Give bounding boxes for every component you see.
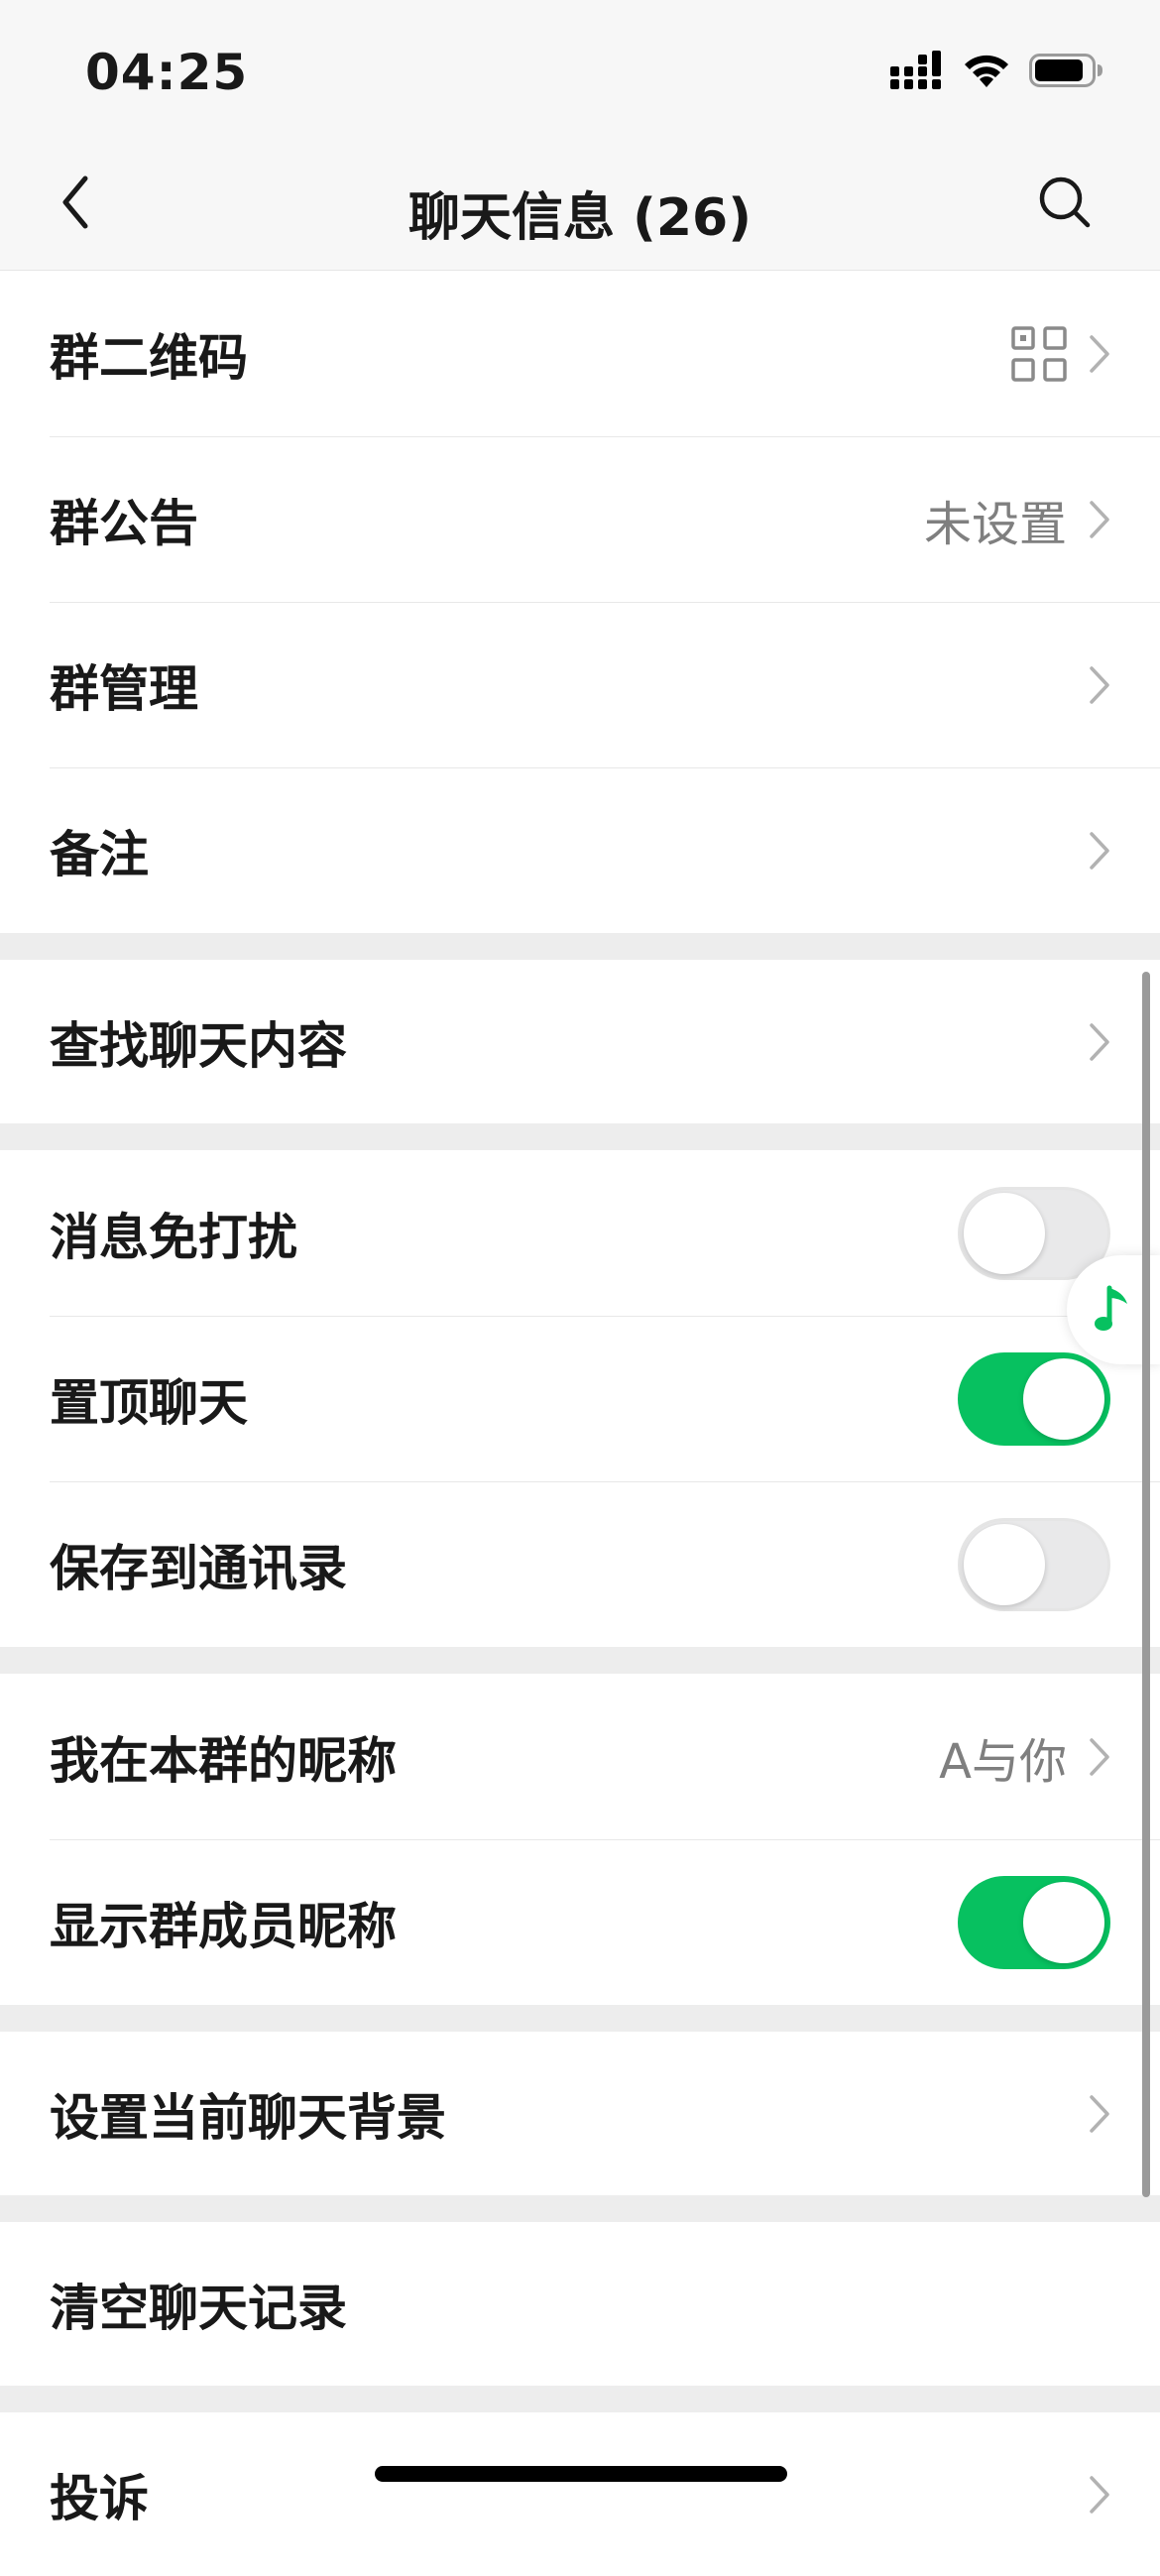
remark-label: 备注	[50, 825, 149, 883]
background-label: 设置当前聊天背景	[50, 2088, 446, 2147]
search-content-row[interactable]: 查找聊天内容	[0, 960, 1160, 1123]
page-title: 聊天信息 (26)	[408, 188, 752, 248]
home-indicator	[375, 2466, 787, 2482]
chevron-right-icon	[1090, 2475, 1109, 2514]
music-note-icon	[1095, 1285, 1127, 1331]
qr-code-label: 群二维码	[50, 328, 248, 387]
settings-group-search: 查找聊天内容	[0, 960, 1160, 1123]
battery-icon	[1029, 52, 1104, 93]
section-divider	[0, 933, 1160, 960]
wifi-icon	[962, 52, 1011, 93]
chevron-right-icon	[1090, 1022, 1109, 1061]
pin-toggle[interactable]	[958, 1351, 1110, 1446]
show-nicknames-row: 显示群成员昵称	[0, 1839, 1160, 2005]
search-icon	[1039, 176, 1091, 228]
section-divider	[0, 2195, 1160, 2222]
mute-label: 消息免打扰	[50, 1208, 297, 1266]
pin-label: 置顶聊天	[50, 1373, 248, 1432]
management-row[interactable]: 群管理	[0, 602, 1160, 767]
section-divider	[0, 1123, 1160, 1150]
report-row[interactable]: 投诉	[0, 2412, 1160, 2576]
toggle-knob	[964, 1192, 1045, 1274]
settings-group-background: 设置当前聊天背景	[0, 2032, 1160, 2195]
show-nicknames-label: 显示群成员昵称	[50, 1897, 397, 1955]
my-nickname-value: A与你	[939, 1733, 1067, 1790]
announcement-value: 未设置	[923, 496, 1067, 552]
report-label: 投诉	[50, 2469, 149, 2527]
show-nicknames-toggle[interactable]	[958, 1875, 1110, 1969]
status-time: 04:25	[85, 44, 249, 101]
announcement-label: 群公告	[50, 494, 198, 552]
qr-code-row[interactable]: 群二维码	[0, 271, 1160, 436]
settings-group-toggles: 消息免打扰 置顶聊天 保存到通讯录	[0, 1150, 1160, 1647]
chevron-right-icon	[1090, 1737, 1109, 1776]
announcement-row[interactable]: 群公告 未设置	[0, 436, 1160, 602]
section-divider	[0, 1647, 1160, 1674]
my-nickname-row[interactable]: 我在本群的昵称 A与你	[0, 1674, 1160, 1839]
settings-group-clear: 清空聊天记录	[0, 2222, 1160, 2386]
search-content-label: 查找聊天内容	[50, 1016, 347, 1075]
settings-group-nickname: 我在本群的昵称 A与你 显示群成员昵称	[0, 1674, 1160, 2005]
chevron-right-icon	[1090, 334, 1109, 373]
chevron-right-icon	[1090, 831, 1109, 870]
section-divider	[0, 2005, 1160, 2032]
status-bar: 04:25	[0, 0, 1160, 139]
chevron-right-icon	[1090, 665, 1109, 704]
section-divider	[0, 2386, 1160, 2412]
pin-row: 置顶聊天	[0, 1316, 1160, 1481]
my-nickname-label: 我在本群的昵称	[50, 1731, 397, 1790]
chevron-right-icon	[1090, 500, 1109, 538]
settings-group-info: 群二维码 群公告 未设置 群管理 备注	[0, 271, 1160, 933]
qr-code-icon	[1011, 325, 1067, 382]
status-icons	[890, 51, 1104, 94]
nav-bar: 聊天信息 (26)	[0, 139, 1160, 271]
settings-list: 群二维码 群公告 未设置 群管理 备注 查找聊天内容 消息免打扰 置顶聊天 保存…	[0, 271, 1160, 2576]
toggle-knob	[964, 1523, 1045, 1605]
remark-row[interactable]: 备注	[0, 767, 1160, 933]
save-contacts-row: 保存到通讯录	[0, 1481, 1160, 1647]
chevron-right-icon	[1090, 2094, 1109, 2133]
settings-group-report: 投诉	[0, 2412, 1160, 2576]
clear-history-row[interactable]: 清空聊天记录	[0, 2222, 1160, 2386]
mute-row: 消息免打扰	[0, 1150, 1160, 1316]
save-contacts-toggle[interactable]	[958, 1517, 1110, 1611]
scrollbar[interactable]	[1142, 972, 1150, 2197]
search-button[interactable]	[1029, 167, 1101, 238]
save-contacts-label: 保存到通讯录	[50, 1539, 347, 1597]
management-label: 群管理	[50, 659, 198, 718]
toggle-knob	[1023, 1881, 1104, 1963]
signal-icon	[890, 51, 944, 94]
clear-history-label: 清空聊天记录	[50, 2279, 347, 2337]
toggle-knob	[1023, 1357, 1104, 1440]
background-row[interactable]: 设置当前聊天背景	[0, 2032, 1160, 2195]
